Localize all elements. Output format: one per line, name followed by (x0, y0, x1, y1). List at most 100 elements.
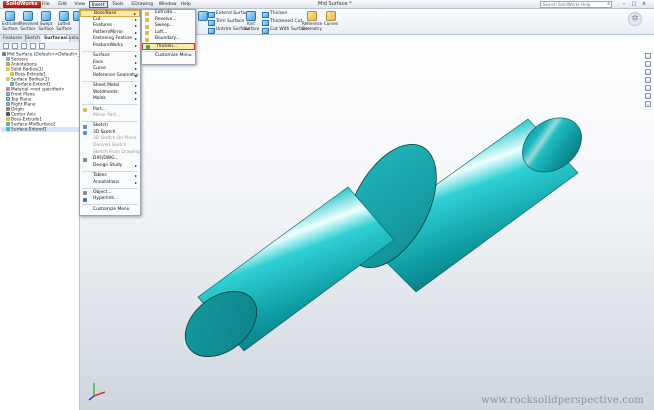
plane-icon (6, 97, 10, 101)
origin-icon (6, 107, 10, 111)
menu-edrawing[interactable]: EDrawing (129, 1, 155, 8)
surf-icon (6, 122, 10, 126)
insert-menu-item-featureworks[interactable]: FeatureWorks ▸ (80, 43, 140, 50)
insert-menu-item-design-study[interactable]: Design Study ▸ (80, 163, 140, 170)
reference-geometry-icon (307, 11, 317, 21)
menu-item-label: Reference Geometry (93, 72, 139, 78)
display-style-icon[interactable] (645, 61, 651, 67)
extruded-surface-button[interactable]: Extruded Surface (2, 11, 20, 31)
menu-item-label: Customize Menu (155, 53, 192, 59)
insert-menu-item-weldments[interactable]: Weldments ▸ (80, 90, 140, 97)
swept-surface-button[interactable]: Swept Surface (38, 11, 54, 31)
reference-geometry-button[interactable]: Reference Geometry (302, 11, 322, 31)
menu-edit[interactable]: Edit (56, 1, 69, 8)
submenu-arrow-icon: ▸ (134, 59, 137, 65)
insert-menu-item-sheet-metal[interactable]: Sheet Metal ▸ (80, 83, 140, 90)
feature-manager-toolbar (0, 42, 80, 50)
submenu-arrow-icon: ▸ (134, 42, 137, 48)
insert-menu-item-dxf-dwg[interactable]: DXF/DWG... (80, 156, 140, 163)
insert-menu-item-surface[interactable]: Surface ▸ (80, 53, 140, 60)
insert-menu-item-tables[interactable]: Tables ▸ (80, 173, 140, 180)
search-input[interactable] (541, 2, 603, 7)
hide-show-icon[interactable] (645, 101, 651, 107)
boss-menu-item-thicken[interactable]: Thicken... (142, 42, 195, 50)
cylinder-front (184, 186, 395, 357)
insert-menu-item-fastening-feature[interactable]: Fastening Feature ▸ (80, 36, 140, 43)
menu-view[interactable]: View (72, 1, 87, 8)
menu-item-label: Features (93, 23, 112, 29)
menu-separator (82, 104, 138, 106)
feature-manager-tab-icon[interactable] (3, 43, 9, 49)
thicken-button[interactable]: Thicken (262, 11, 287, 18)
solidworks-resources-icon[interactable]: ✲ (628, 12, 642, 26)
menu-separator (144, 50, 193, 52)
view-orientation-icon[interactable] (645, 53, 651, 59)
boss-menu-item-extrude[interactable]: Extrude... (142, 10, 195, 17)
boss-menu-item-sweep[interactable]: Sweep... (142, 23, 195, 30)
folder-icon (6, 77, 10, 81)
dimxpert-tab-icon[interactable] (30, 43, 36, 49)
insert-menu-item-features[interactable]: Features ▸ (80, 23, 140, 30)
menu-insert[interactable]: Insert (88, 1, 108, 8)
insert-menu-item-boss-base[interactable]: Boss/Base ▸ (80, 10, 140, 17)
thickened-cut-button[interactable]: Thickened Cut (262, 19, 302, 26)
command-tabs: Features Sketch Surfaces Evaluate (0, 35, 90, 42)
revolved-surface-button[interactable]: Revolved Surface (20, 11, 38, 31)
insert-menu-item-hyperlink[interactable]: Hyperlink... (80, 196, 140, 203)
insert-menu-item-curve[interactable]: Curve ▸ (80, 66, 140, 73)
menu-item-label: Pattern/Mirror (93, 29, 124, 35)
feat-icon (6, 117, 10, 121)
part-icon (83, 108, 87, 112)
3d-sketch-icon (83, 131, 87, 136)
insert-menu-item-sketch[interactable]: Sketch (80, 123, 140, 130)
property-manager-tab-icon[interactable] (12, 43, 18, 49)
search-icon[interactable]: ⌕ (607, 2, 610, 7)
trim-surface-button[interactable]: Trim Surface (208, 19, 244, 26)
insert-menu-item-customize-menu[interactable]: Customize Menu (80, 207, 140, 214)
view-toolbar (645, 53, 652, 123)
mat-icon (6, 87, 10, 91)
minimize-icon[interactable]: – (620, 1, 628, 8)
boss-menu-item-boundary[interactable]: Boundary... (142, 36, 195, 43)
section-view-icon[interactable] (645, 69, 651, 75)
menu-item-label: Molds (93, 96, 106, 102)
appearance-icon[interactable] (645, 85, 651, 91)
scene-icon[interactable] (645, 93, 651, 99)
submenu-arrow-icon: ▸ (134, 23, 137, 29)
zoom-fit-icon[interactable] (645, 77, 651, 83)
insert-menu-item-face[interactable]: Face ▸ (80, 60, 140, 67)
knit-surface-button[interactable]: Knit Surface (244, 11, 259, 31)
menu-item-label: Sketch From Drawing (93, 149, 140, 155)
display-manager-tab-icon[interactable] (39, 43, 45, 49)
graphics-area[interactable]: www.rocksolidperspective.com (80, 35, 654, 410)
menu-file[interactable]: File (40, 1, 52, 8)
part-icon (2, 52, 6, 56)
reference-triad-icon (88, 383, 106, 401)
curves-button[interactable]: Curves (324, 11, 338, 27)
model-view (184, 117, 582, 357)
tree-item[interactable]: Surface-Extend1 (1, 127, 79, 133)
menu-item-label: Boundary... (155, 36, 180, 42)
lofted-surface-icon (59, 11, 69, 21)
menu-tools[interactable]: Tools (110, 1, 125, 8)
menu-help[interactable]: Help (179, 1, 193, 8)
maximize-icon[interactable]: □ (630, 1, 638, 8)
lofted-surface-button[interactable]: Lofted Surface (56, 11, 72, 31)
boss-menu-item-customize-menu[interactable]: Customize Menu (142, 53, 195, 60)
sweep-icon (145, 24, 149, 29)
annot-icon (6, 62, 10, 66)
configuration-manager-tab-icon[interactable] (21, 43, 27, 49)
insert-menu-item-molds[interactable]: Molds ▸ (80, 96, 140, 103)
boundary-icon (145, 37, 149, 42)
menu-window[interactable]: Window (157, 1, 179, 8)
close-icon[interactable]: × (640, 1, 648, 8)
insert-menu-item-reference-geometry[interactable]: Reference Geometry ▸ (80, 73, 140, 80)
swept-surface-icon (41, 11, 51, 21)
menu-item-label: Cut (93, 16, 101, 22)
search-help-box[interactable]: ⌕ (540, 1, 612, 8)
solidworks-logo[interactable]: SolidWorks (3, 1, 41, 8)
submenu-arrow-icon: ▸ (134, 89, 137, 95)
menu-item-label: Tables (93, 173, 107, 179)
insert-menu-item-annotations[interactable]: Annotations ▸ (80, 180, 140, 187)
dxf-dwg-icon (83, 157, 87, 162)
